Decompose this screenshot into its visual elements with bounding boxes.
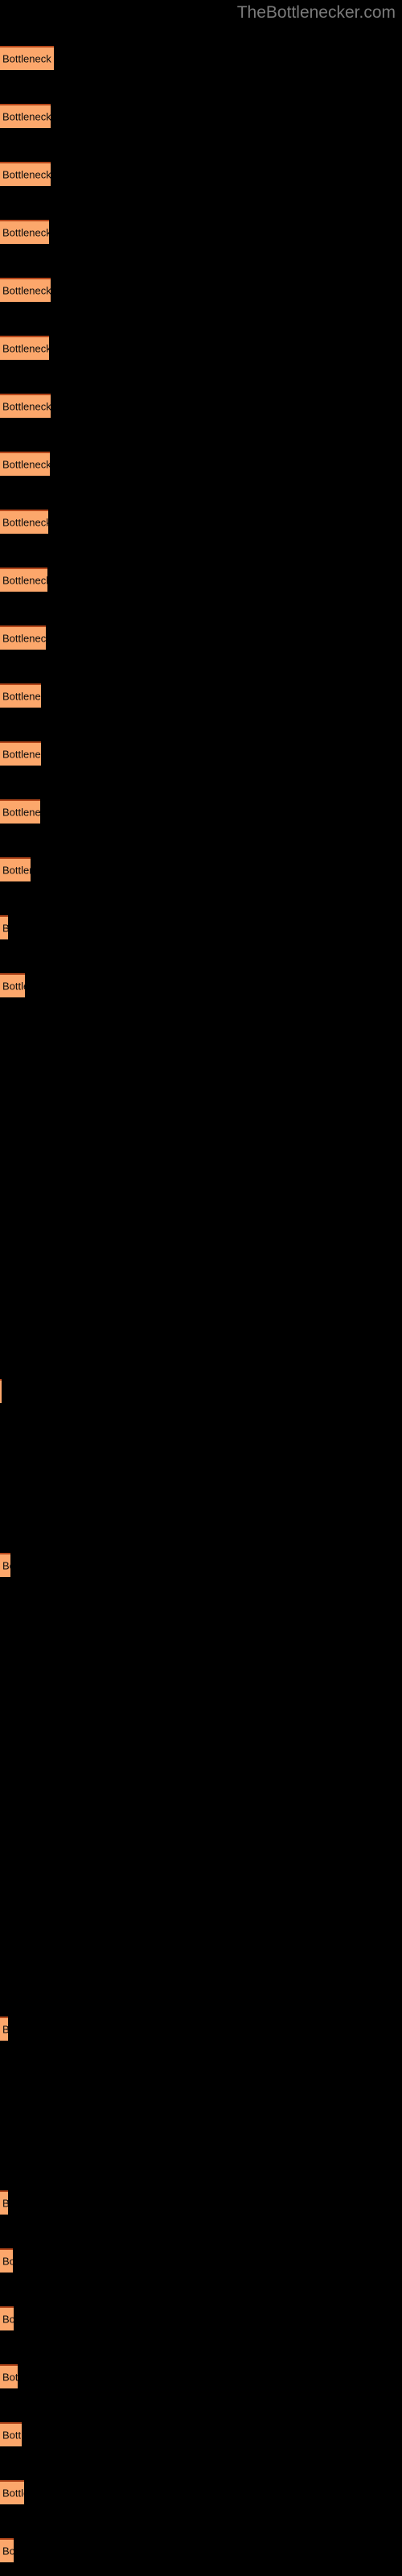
bottleneck-bar-chart: Bottleneck result Bottleneck result Bottle… [0, 0, 402, 2576]
bar[interactable]: Bottleneck result [0, 2480, 24, 2504]
bar-label: Bottleneck result [2, 632, 46, 645]
bar[interactable]: Bottleneck result [0, 2248, 13, 2273]
bar[interactable]: Bottleneck result [0, 2306, 14, 2330]
bar-label: Bottleneck result [2, 168, 51, 181]
bar[interactable]: Bottleneck result [0, 857, 31, 881]
bar[interactable]: Bottleneck result [0, 973, 25, 997]
bar[interactable]: Bottleneck result [0, 915, 8, 939]
bar-label: Bottleneck result [2, 2313, 14, 2326]
bar-label: Bottleneck result [2, 2429, 22, 2442]
bar[interactable]: Bottleneck result [0, 799, 40, 824]
bar-label: Bottleneck result [2, 806, 40, 819]
bar-label: Bottleneck result [2, 2545, 14, 2557]
bar-label: Bottleneck result [2, 110, 51, 123]
bar-label: Bottleneck result [2, 864, 31, 877]
bar-label: Bottleneck result [2, 52, 54, 65]
bar[interactable]: Bottleneck result [0, 1553, 10, 1577]
bar[interactable]: Bottleneck result [0, 510, 48, 534]
bar-label: Bottleneck result [2, 2198, 8, 2210]
bar[interactable]: Bottleneck result [0, 394, 51, 418]
bar[interactable]: Bottleneck result [0, 162, 51, 186]
bar[interactable]: Bottleneck result [0, 46, 54, 70]
bar-label: Bottleneck result [2, 923, 8, 935]
bar[interactable]: Bottleneck result [0, 568, 47, 592]
bar-label: Bottleneck result [2, 980, 25, 993]
bar-label: Bottleneck result [2, 574, 47, 587]
bar[interactable]: Bottleneck result [0, 683, 41, 708]
bar[interactable]: Bottleneck result [0, 1379, 2, 1403]
bar-label: Bottleneck result [2, 690, 41, 703]
bar-label: Bottleneck result [2, 284, 51, 297]
bar-label: Bottleneck result [2, 2371, 18, 2384]
bar-label: Bottleneck result [2, 2487, 24, 2500]
bar[interactable]: Bottleneck result [0, 220, 49, 244]
bar[interactable]: Bottleneck result [0, 2422, 22, 2446]
bar[interactable]: Bottleneck result [0, 2364, 18, 2388]
bar-label: Bottleneck result [2, 458, 50, 471]
bar[interactable]: Bottleneck result [0, 2017, 8, 2041]
bar-label: Bottleneck result [2, 342, 49, 355]
bar-label: Bottleneck result [2, 748, 41, 761]
bar[interactable]: Bottleneck result [0, 2190, 8, 2215]
bar[interactable]: Bottleneck result [0, 2538, 14, 2562]
bar[interactable]: Bottleneck result [0, 104, 51, 128]
bar-label: Bottleneck result [2, 2024, 8, 2036]
bar-label: Bottleneck result [2, 226, 49, 239]
bar[interactable]: Bottleneck result [0, 741, 41, 766]
bar-label: Bottleneck result [2, 516, 48, 529]
bar-label: Bottleneck result [2, 400, 51, 413]
bar[interactable]: Bottleneck result [0, 278, 51, 302]
bar[interactable]: Bottleneck result [0, 452, 50, 476]
bar[interactable]: Bottleneck result [0, 336, 49, 360]
bar-label: Bottleneck result [2, 2255, 13, 2268]
bar-label: Bottleneck result [2, 1559, 10, 1572]
bar[interactable]: Bottleneck result [0, 625, 46, 650]
